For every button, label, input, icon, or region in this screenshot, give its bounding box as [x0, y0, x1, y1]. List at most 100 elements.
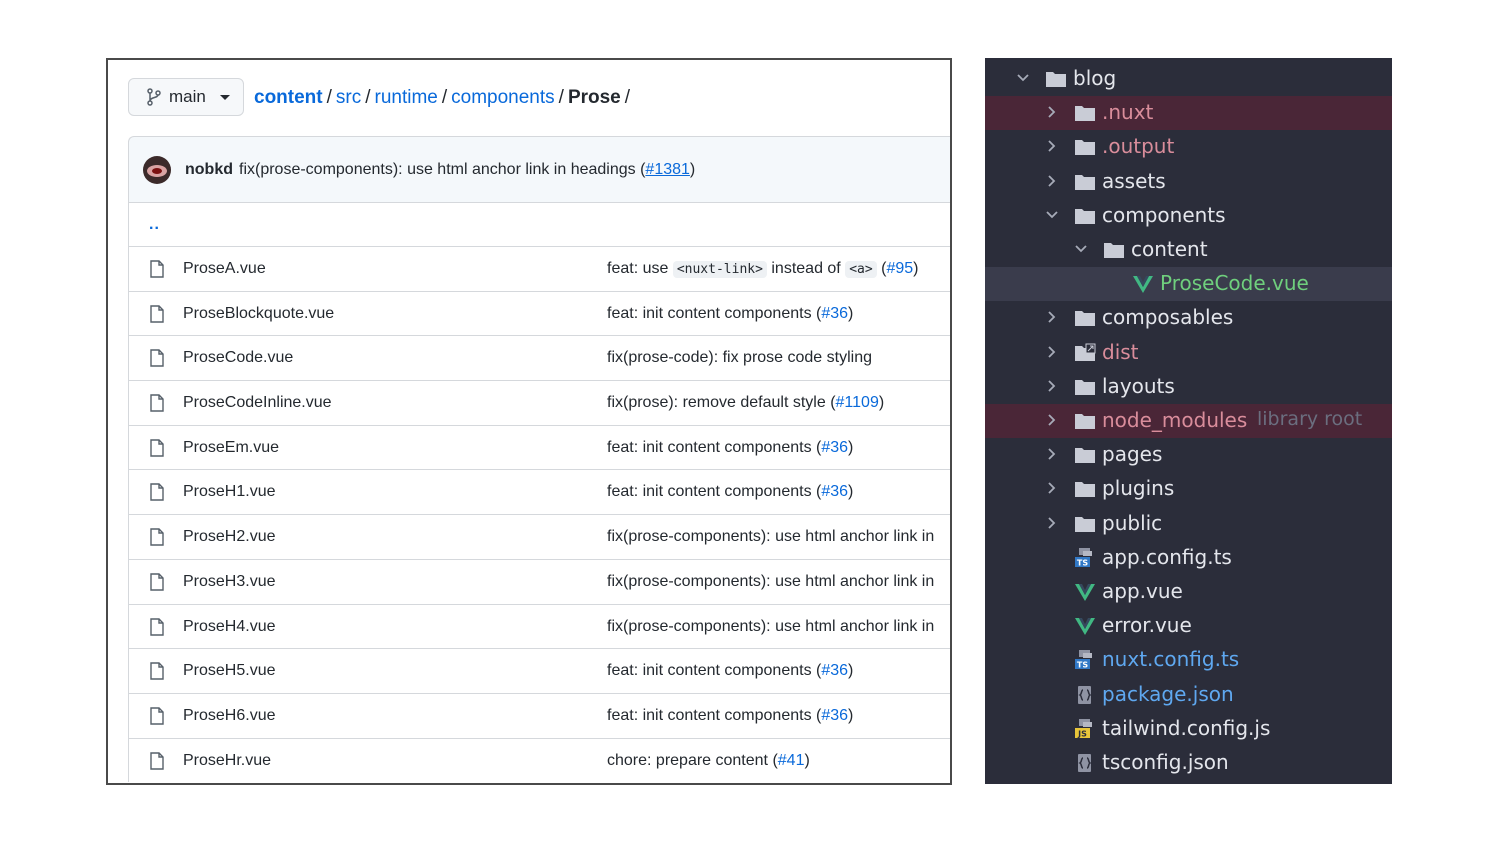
folder-icon — [1045, 69, 1067, 89]
file-name-link[interactable]: ProseH2.vue — [183, 528, 276, 546]
tree-file-nuxt-config-ts[interactable]: TS nuxt.config.ts — [985, 643, 1392, 677]
tree-folder-node-modules[interactable]: node_modules library root — [985, 404, 1392, 438]
breadcrumb-link-src[interactable]: src — [336, 87, 361, 108]
avatar[interactable] — [143, 155, 171, 184]
commit-message-link[interactable]: feat: init content components (#36) — [607, 439, 853, 457]
commit-pr-link[interactable]: #1381 — [645, 161, 690, 179]
parent-directory-link[interactable]: .. — [129, 202, 950, 246]
tree-folder-nuxt[interactable]: .nuxt — [985, 96, 1392, 131]
chevron-right-icon[interactable] — [1044, 104, 1060, 120]
file-name-link[interactable]: ProseH6.vue — [183, 707, 276, 725]
chevron-right-icon[interactable] — [1044, 480, 1060, 496]
tree-folder-assets[interactable]: assets — [985, 165, 1392, 199]
folder-icon — [1074, 445, 1096, 465]
file-name-link[interactable]: ProseCodeInline.vue — [183, 394, 332, 412]
git-branch-icon — [147, 88, 161, 106]
file-name-link[interactable]: ProseH4.vue — [183, 618, 276, 636]
tree-file-package-json[interactable]: package.json — [985, 678, 1392, 712]
chevron-right-icon[interactable] — [1044, 344, 1060, 360]
chevron-right-icon[interactable] — [1044, 378, 1060, 394]
file-name-link[interactable]: ProseH1.vue — [183, 483, 276, 501]
commit-message-link[interactable]: chore: prepare content (#41) — [607, 752, 810, 770]
commit-message-link[interactable]: fix(prose-components): use html anchor l… — [607, 618, 934, 636]
tree-folder-public[interactable]: public — [985, 507, 1392, 541]
tree-file-prosecode-vue[interactable]: ProseCode.vue — [985, 267, 1392, 302]
typescript-file-icon: TS — [1074, 547, 1096, 568]
pr-link[interactable]: #36 — [821, 305, 848, 322]
chevron-right-icon[interactable] — [1044, 173, 1060, 189]
pr-link[interactable]: #36 — [821, 662, 848, 679]
commit-message-close: ) — [848, 706, 854, 724]
table-row[interactable]: ProseH4.vue fix(prose-components): use ht… — [129, 603, 950, 649]
pr-link[interactable]: #95 — [886, 260, 913, 277]
table-row[interactable]: ProseH5.vue feat: init content components… — [129, 648, 950, 693]
chevron-down-icon[interactable] — [1073, 241, 1089, 257]
file-name-link[interactable]: ProseHr.vue — [183, 752, 271, 770]
file-name-link[interactable]: ProseCode.vue — [183, 349, 293, 367]
table-row[interactable]: ProseCodeInline.vue fix(prose): remove de… — [129, 380, 950, 425]
commit-author[interactable]: nobkd — [185, 161, 233, 179]
chevron-right-icon[interactable] — [1044, 138, 1060, 154]
vue-file-icon — [1074, 616, 1096, 636]
chevron-down-icon[interactable] — [1015, 70, 1031, 86]
tree-file-app-vue[interactable]: app.vue — [985, 575, 1392, 609]
file-name-link[interactable]: ProseBlockquote.vue — [183, 305, 334, 323]
pr-link[interactable]: #36 — [821, 707, 848, 724]
commit-message-link[interactable]: fix(prose-components): use html anchor l… — [607, 573, 934, 591]
chevron-right-icon[interactable] — [1044, 446, 1060, 462]
branch-name: main — [169, 87, 206, 106]
folder-icon — [1074, 411, 1096, 431]
tree-folder-blog[interactable]: blog — [985, 62, 1392, 96]
chevron-right-icon[interactable] — [1044, 412, 1060, 428]
table-row[interactable]: ProseHr.vue chore: prepare content (#41) — [129, 737, 950, 783]
commit-message-link[interactable]: fix(prose-components): use html anchor l… — [607, 528, 934, 546]
pr-link[interactable]: #1109 — [836, 394, 879, 411]
tree-folder-plugins[interactable]: plugins — [985, 472, 1392, 506]
breadcrumb-link-components[interactable]: components — [451, 87, 555, 108]
file-icon — [150, 439, 164, 457]
pr-link[interactable]: #41 — [778, 752, 805, 769]
pr-link[interactable]: #36 — [821, 439, 848, 456]
commit-message-link[interactable]: feat: init content components (#36) — [607, 707, 853, 725]
tree-file-tsconfig-json[interactable]: tsconfig.json — [985, 746, 1392, 780]
table-row[interactable]: ProseH3.vue fix(prose-components): use ht… — [129, 558, 950, 604]
table-row[interactable]: ProseEm.vue feat: init content components… — [129, 424, 950, 470]
chevron-right-icon[interactable] — [1044, 515, 1060, 531]
table-row[interactable]: ProseH2.vue fix(prose-components): use ht… — [129, 514, 950, 559]
pr-link[interactable]: #36 — [821, 483, 848, 500]
tree-folder-content[interactable]: content — [985, 233, 1392, 267]
file-name-link[interactable]: ProseH3.vue — [183, 573, 276, 591]
tree-file-error-vue[interactable]: error.vue — [985, 609, 1392, 643]
chevron-right-icon[interactable] — [1044, 309, 1060, 325]
breadcrumb-link-runtime[interactable]: runtime — [375, 87, 438, 108]
chevron-down-icon[interactable] — [1044, 207, 1060, 223]
commit-message-link[interactable]: fix(prose-code): fix prose code styling — [607, 349, 872, 367]
file-name-link[interactable]: ProseA.vue — [183, 260, 266, 278]
commit-message-close: ) — [848, 662, 854, 680]
tree-file-app-config-ts[interactable]: TS app.config.ts — [985, 541, 1392, 575]
commit-message-link[interactable]: feat: init content components (#36) — [607, 305, 853, 323]
commit-message[interactable]: fix(prose-components): use html anchor l… — [239, 161, 645, 179]
table-row[interactable]: ProseA.vue feat: use <nuxt-link> instead … — [129, 246, 950, 291]
branch-selector-button[interactable]: main — [128, 78, 244, 116]
table-row[interactable]: ProseCode.vue fix(prose-code): fix prose … — [129, 335, 950, 380]
tree-folder-layouts[interactable]: layouts — [985, 370, 1392, 404]
tree-folder-output[interactable]: .output — [985, 130, 1392, 164]
commit-message-text: feat: init content components ( — [607, 483, 822, 501]
tree-folder-dist[interactable]: dist — [985, 336, 1392, 370]
tree-folder-components[interactable]: components — [985, 199, 1392, 233]
commit-message-link[interactable]: feat: use <nuxt-link> instead of <a> (#9… — [607, 260, 919, 278]
table-row[interactable]: ProseH1.vue feat: init content components… — [129, 469, 950, 514]
file-name-link[interactable]: ProseH5.vue — [183, 662, 276, 680]
json-file-icon — [1074, 753, 1096, 773]
tree-folder-composables[interactable]: composables — [985, 301, 1392, 335]
commit-message-link[interactable]: feat: init content components (#36) — [607, 483, 853, 501]
commit-message-link[interactable]: feat: init content components (#36) — [607, 662, 853, 680]
file-name-link[interactable]: ProseEm.vue — [183, 439, 279, 457]
table-row[interactable]: ProseH6.vue feat: init content components… — [129, 692, 950, 738]
breadcrumb-repo-link[interactable]: content — [254, 87, 323, 108]
tree-file-tailwind-config-js[interactable]: JS tailwind.config.js — [985, 712, 1392, 746]
commit-message-link[interactable]: fix(prose): remove default style (#1109) — [607, 394, 884, 412]
tree-folder-pages[interactable]: pages — [985, 438, 1392, 472]
table-row[interactable]: ProseBlockquote.vue feat: init content co… — [129, 290, 950, 336]
